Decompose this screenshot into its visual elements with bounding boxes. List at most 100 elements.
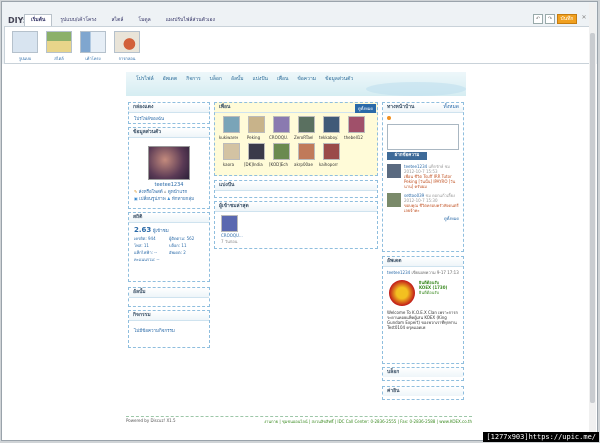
nav-profile[interactable]: โปรไฟล์: [136, 75, 154, 83]
browser-window: DIY: เริ่มต้น รูปแบบ/เค้าโครง สไตล์ โมดู…: [1, 1, 598, 441]
diy-tabs: เริ่มต้น รูปแบบ/เค้าโครง สไตล์ โมดูล แผง…: [24, 14, 223, 27]
stat-item: คะแนนรวม: --: [134, 257, 160, 262]
friend-item[interactable]: tekkaboy37: [319, 116, 344, 140]
nav-blog[interactable]: บล็อก: [210, 75, 222, 83]
friend-item[interactable]: akrp00ae79: [294, 143, 319, 167]
close-icon[interactable]: ✕: [579, 14, 589, 22]
nav-activities[interactable]: กิจการ: [186, 75, 200, 83]
profile-page: โปรไฟล์ อัพเดต กิจการ บล็อก อัลบั้ม แบ่ง…: [2, 64, 597, 440]
image-icon: ▣: [134, 196, 138, 201]
share-box: แบ่งปัน: [214, 180, 378, 198]
layout-thumbnail: [46, 31, 72, 53]
layout-thumbnail: [114, 31, 140, 53]
friends-badge[interactable]: ดูทั้งหมด: [354, 104, 376, 113]
friend-item[interactable]: thebell126: [344, 116, 369, 140]
box-title: แบ่งปัน: [215, 181, 377, 191]
nav-updates[interactable]: อัพเดต: [163, 75, 178, 83]
album-box: อัลบั้ม: [128, 287, 210, 307]
activities-box: กิจกรรม ไม่มีข้อความกิจกรรม: [128, 310, 210, 348]
wall-box: ทางหน้าบ้าน ทั้งหมด ฝากข้อความ teetee1234…: [382, 102, 464, 252]
visitor-item[interactable]: CROOQU... 7 วันก่อน: [215, 212, 377, 248]
footer-powered-by[interactable]: Powered by Discuz! X1.5: [126, 418, 176, 423]
layout-thumbnail: [80, 31, 106, 53]
wall-more-link[interactable]: ทั้งหมด: [443, 103, 463, 112]
post-avatar[interactable]: [387, 193, 401, 207]
box-title: กิจกรรม: [129, 311, 209, 321]
post-avatar[interactable]: [387, 164, 401, 178]
pencil-icon: ✎: [134, 189, 138, 194]
wall-post: settoo039 ชม ดอกแก้วเลี้ยง 2012-10-7 15:…: [383, 191, 463, 215]
recent-visitors-box: ผู้เข้าชมล่าสุด CROOQU... 7 วันก่อน: [214, 201, 378, 249]
right-blog-box: บล็อก: [382, 367, 464, 381]
link-greet-group[interactable]: ทักทายกลุ่ม: [172, 197, 194, 202]
box-title: ข้อมูลส่วนตัว: [129, 128, 209, 138]
nav-messages[interactable]: ข้อความ: [297, 75, 316, 83]
my-profile-link[interactable]: โปรไฟล์ของฉัน: [129, 113, 209, 124]
group-icon: ♟: [166, 196, 171, 201]
save-button[interactable]: บันทึก: [557, 14, 577, 24]
posts-more-link[interactable]: ดูทั้งหมด: [383, 215, 463, 222]
friend-item[interactable]: CROOQU...: [269, 116, 294, 140]
feed-meta: เขียนบทความ 9-17 17:13: [411, 270, 459, 275]
layout-option-1[interactable]: รูปแบบ: [11, 31, 39, 62]
feed-headline-sub: ยินดีต้อนรับ: [419, 290, 440, 295]
stat-item: ผู้ติดตาม: 562: [169, 236, 195, 241]
user-avatar[interactable]: [148, 146, 190, 180]
nav-friends[interactable]: เพื่อน: [277, 75, 288, 83]
scrollbar-thumb[interactable]: [590, 33, 595, 403]
image-source-watermark: [1277x903]https://upic.me/: [483, 432, 599, 442]
stat-main-label: ผู้เข้าชม: [152, 229, 169, 234]
nav-items: โปรไฟล์ อัพเดต กิจการ บล็อก อัลบั้ม แบ่ง…: [136, 75, 362, 83]
layout-option-2[interactable]: สไตล์: [45, 31, 73, 62]
nav-share[interactable]: แบ่งปัน: [253, 75, 268, 83]
right-extra-box: ค่ายิน: [382, 386, 464, 400]
undo-button[interactable]: ↶: [533, 14, 543, 24]
feed-box: อัพเดต teetee1234 เขียนบทความ 9-17 17:13…: [382, 256, 464, 364]
friend-item[interactable]: Peking: [244, 116, 269, 140]
friend-item[interactable]: [DK]Indiana: [244, 143, 269, 167]
box-title: บล็อก: [383, 368, 463, 377]
visitor-time: 7 วันก่อน: [221, 239, 238, 244]
stat-main-value: 2.63: [134, 226, 152, 234]
box-title: อัลบั้ม: [129, 288, 209, 298]
friend-item[interactable]: kaihoporn: [319, 143, 344, 167]
feed-text: Welcome To K.O.E.X Clan เพราะการกระดานคอ…: [387, 310, 458, 330]
layout-panel: รูปแบบ สไตล์ เค้าโครง การกลอน: [4, 26, 592, 64]
box-title: ค่ายิน: [383, 387, 463, 396]
box-title: อัพเดต: [383, 257, 463, 267]
box-title: ทางหน้าบ้าน ทั้งหมด: [383, 103, 463, 113]
layout-label: เค้าโครง: [85, 56, 101, 61]
box-title: สถิติ: [129, 213, 209, 223]
nav-album[interactable]: อัลบั้ม: [231, 75, 244, 83]
post-message-button[interactable]: ฝากข้อความ: [387, 152, 427, 160]
no-activity-link[interactable]: ไม่มีข้อความกิจกรรม: [129, 321, 209, 340]
layout-option-3[interactable]: เค้าโครง: [79, 31, 107, 62]
friend-item[interactable]: kukiwaree: [219, 116, 244, 140]
link-post[interactable]: ส่งหรือโพสต์: [139, 190, 163, 195]
link-homepage[interactable]: ดูหน้าแรก: [168, 190, 188, 195]
friend-item[interactable]: [KOD]Ech...: [269, 143, 294, 167]
layout-label: การกลอน: [118, 56, 136, 61]
wall-post: teetee1234 แท็กรักษ์ ชม 2012-10-7 15:53 …: [383, 162, 463, 191]
wall-title: ทางหน้าบ้าน: [387, 104, 415, 110]
nav-personal-info[interactable]: ข้อมูลส่วนตัว: [325, 75, 353, 83]
layout-option-4[interactable]: การกลอน: [113, 31, 141, 62]
friend-item[interactable]: ZeroRTaeb...: [294, 116, 319, 140]
redo-button[interactable]: ↷: [545, 14, 555, 24]
layout-label: สไตล์: [54, 56, 64, 61]
koex-logo-image[interactable]: [389, 280, 415, 306]
wall-textarea[interactable]: [387, 124, 459, 150]
link-change-photo[interactable]: เปลี่ยนรูปภาพ: [139, 197, 166, 202]
home-icon: ⌂: [164, 189, 167, 194]
post-text: ขอบคุณ ชีวิตครอบครัวฟังดนตรีเลยจ้าคะ: [404, 203, 459, 213]
vertical-scrollbar[interactable]: [589, 3, 596, 440]
visitor-avatar[interactable]: [221, 215, 238, 232]
footer-divider: [126, 416, 472, 417]
footer-links[interactable]: งานกาย | ชุมชนออนไลน์ | สงวนลิขสิทธิ์ | …: [264, 418, 472, 425]
box-title: เพื่อน: [215, 103, 377, 113]
feed-user[interactable]: teetee1234: [387, 270, 410, 275]
stats-box: สถิติ 2.63 ผู้เข้าชม เครดิต: 944 ผู้ติดต…: [128, 212, 210, 282]
friend-item[interactable]: kaora: [219, 143, 244, 167]
page-footer: Powered by Discuz! X1.5 งานกาย | ชุมชนออ…: [126, 416, 472, 426]
smiley-icon[interactable]: [387, 116, 391, 120]
